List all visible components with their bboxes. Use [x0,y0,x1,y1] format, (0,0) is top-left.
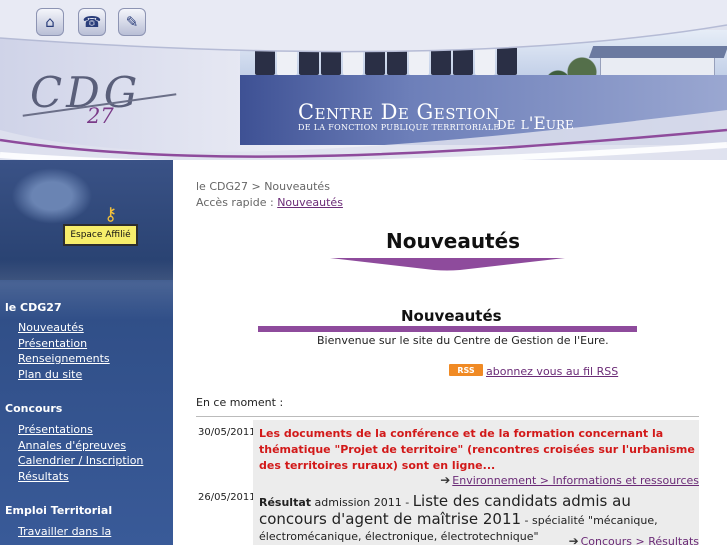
sidebar-item-renseignements[interactable]: Renseignements [18,352,110,365]
header-top-wave [0,0,727,53]
breadcrumb: le CDG27 > Nouveautés [196,180,330,193]
cdg-logo[interactable]: CDG [30,68,141,117]
rss-subscribe-link[interactable]: abonnez vous au fil RSS [486,365,618,378]
page-title: Nouveautés [386,229,521,253]
quick-access: Accès rapide : Nouveautés [196,196,343,209]
news-lead-rest: admission 2011 - [311,496,413,509]
sidebar-item-plan-du-site[interactable]: Plan du site [18,368,82,381]
sidebar-item-calendrier[interactable]: Calendrier / Inscription [18,454,143,467]
home-icon[interactable]: ⌂ [36,8,64,36]
site-header: ⌂ ☎ ✎ CDG 27 Centre De Gestion DE LA FON… [0,0,727,165]
quick-access-label: Accès rapide : [196,196,278,209]
news-category-link-label: Concours > Résultats [580,535,699,545]
welcome-text: Bienvenue sur le site du Centre de Gesti… [317,334,609,347]
sidebar: ⚷ Espace Affilié le CDG27 Nouveautés Pré… [0,160,173,545]
sidebar-item-presentation[interactable]: Présentation [18,337,87,350]
arrow-right-icon: ➔ [568,534,579,545]
sidebar-item-travailler[interactable]: Travailler dans la [18,525,111,538]
divider [196,416,699,417]
news-category-link[interactable]: ➔ Concours > Résultats [569,534,699,545]
news-category-link-label: Environnement > Informations et ressourc… [452,474,699,487]
main-content: le CDG27 > Nouveautés Accès rapide : Nou… [173,160,727,545]
site-title: Centre De Gestion [298,100,500,124]
edit-icon[interactable]: ✎ [118,8,146,36]
nav-section-cdg27: le CDG27 [5,301,62,314]
news-category-link[interactable]: ➔ Environnement > Informations et ressour… [440,473,699,487]
quick-access-link[interactable]: Nouveautés [277,196,343,209]
espace-affilie-button[interactable]: Espace Affilié [63,224,138,246]
news-headline[interactable]: Les documents de la conférence et de la … [259,426,699,474]
news-date: 30/05/2011 [198,427,256,438]
nav-section-concours: Concours [5,402,63,415]
key-icon: ⚷ [104,204,118,225]
sidebar-item-annales[interactable]: Annales d'épreuves [18,439,126,452]
sidebar-item-nouveautes[interactable]: Nouveautés [18,321,84,334]
site-subtitle: DE LA FONCTION PUBLIQUE TERRITORIALE [298,123,500,132]
arrow-right-icon: ➔ [440,473,451,487]
news-lead: Résultat [259,496,312,509]
sidebar-item-presentations[interactable]: Présentations [18,423,93,436]
news-date: 26/05/2011 [198,492,256,503]
section-title: Nouveautés [401,307,502,325]
section-title-bar [258,326,637,332]
moment-label: En ce moment : [196,396,284,409]
phone-icon[interactable]: ☎ [78,8,106,36]
site-title-tail: de l'Eure [497,114,574,134]
nav-section-emploi: Emploi Territorial [5,504,113,517]
title-underline-decor [330,258,565,271]
sidebar-item-resultats[interactable]: Résultats [18,470,69,483]
rss-icon[interactable]: RSS [449,364,483,376]
cdg-logo-number: 27 [87,104,114,128]
